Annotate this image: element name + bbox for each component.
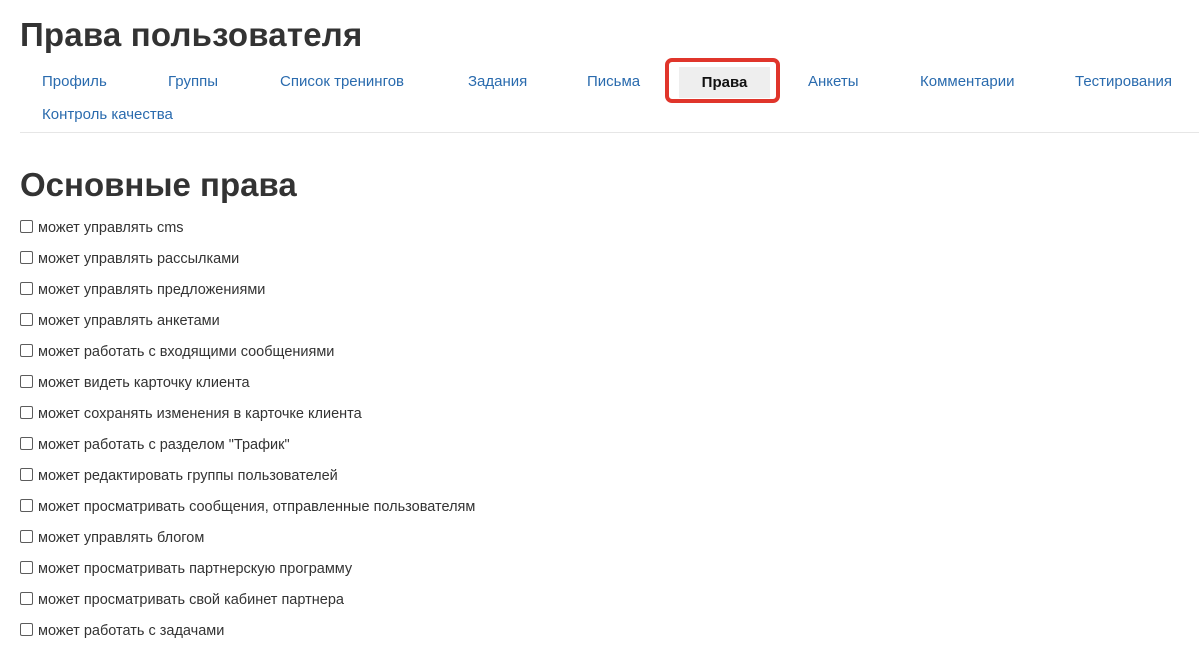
permission-item: может управлять предложениями (20, 280, 475, 311)
tab-rights[interactable]: Права (679, 67, 770, 98)
permission-checkbox[interactable] (20, 406, 33, 419)
permissions-list: может управлять cms может управлять расс… (20, 218, 475, 646)
user-rights-page: Права пользователя Профиль Группы Список… (0, 0, 1199, 646)
permission-label[interactable]: может сохранять изменения в карточке кли… (38, 404, 362, 424)
permission-label[interactable]: может управлять cms (38, 218, 184, 238)
permission-checkbox[interactable] (20, 623, 33, 636)
permission-checkbox[interactable] (20, 375, 33, 388)
permission-item: может управлять рассылками (20, 249, 475, 280)
permission-item: может работать с задачами (20, 621, 475, 646)
permission-checkbox[interactable] (20, 220, 33, 233)
tab-comments[interactable]: Комментарии (920, 72, 1014, 92)
tab-quality-control[interactable]: Контроль качества (42, 105, 173, 125)
permission-checkbox[interactable] (20, 282, 33, 295)
permission-item: может просматривать свой кабинет партнер… (20, 590, 475, 621)
permission-checkbox[interactable] (20, 344, 33, 357)
permission-label[interactable]: может работать с входящими сообщениями (38, 342, 334, 362)
tabs-divider (20, 132, 1199, 133)
permission-checkbox[interactable] (20, 530, 33, 543)
tab-rights-highlight: Права (665, 58, 780, 103)
permission-checkbox[interactable] (20, 561, 33, 574)
tab-questionnaires[interactable]: Анкеты (808, 72, 859, 92)
permission-label[interactable]: может управлять предложениями (38, 280, 265, 300)
permission-checkbox[interactable] (20, 437, 33, 450)
permission-checkbox[interactable] (20, 592, 33, 605)
permission-label[interactable]: может управлять анкетами (38, 311, 220, 331)
permission-item: может работать с разделом "Трафик" (20, 435, 475, 466)
permission-item: может работать с входящими сообщениями (20, 342, 475, 373)
permission-checkbox[interactable] (20, 468, 33, 481)
tab-groups[interactable]: Группы (168, 72, 218, 92)
permission-checkbox[interactable] (20, 313, 33, 326)
permission-label[interactable]: может управлять блогом (38, 528, 204, 548)
permission-item: может сохранять изменения в карточке кли… (20, 404, 475, 435)
tab-letters[interactable]: Письма (587, 72, 640, 92)
tab-trainings-list[interactable]: Список тренингов (280, 72, 404, 92)
permission-label[interactable]: может работать с разделом "Трафик" (38, 435, 290, 455)
permission-label[interactable]: может работать с задачами (38, 621, 224, 641)
user-tabs: Профиль Группы Список тренингов Задания … (0, 0, 1199, 133)
permission-label[interactable]: может управлять рассылками (38, 249, 239, 269)
permission-label[interactable]: может видеть карточку клиента (38, 373, 250, 393)
tab-tests[interactable]: Тестирования (1075, 72, 1172, 92)
permission-checkbox[interactable] (20, 499, 33, 512)
tab-tasks[interactable]: Задания (468, 72, 527, 92)
tab-profile[interactable]: Профиль (42, 72, 107, 92)
permission-label[interactable]: может просматривать свой кабинет партнер… (38, 590, 344, 610)
permission-item: может управлять блогом (20, 528, 475, 559)
permission-item: может редактировать группы пользователей (20, 466, 475, 497)
permission-label[interactable]: может редактировать группы пользователей (38, 466, 338, 486)
permission-item: может просматривать партнерскую программ… (20, 559, 475, 590)
permission-checkbox[interactable] (20, 251, 33, 264)
permission-item: может управлять анкетами (20, 311, 475, 342)
permission-item: может управлять cms (20, 218, 475, 249)
section-title-main-rights: Основные права (20, 166, 297, 203)
permission-label[interactable]: может просматривать сообщения, отправлен… (38, 497, 475, 517)
permission-label[interactable]: может просматривать партнерскую программ… (38, 559, 352, 579)
permission-item: может видеть карточку клиента (20, 373, 475, 404)
permission-item: может просматривать сообщения, отправлен… (20, 497, 475, 528)
